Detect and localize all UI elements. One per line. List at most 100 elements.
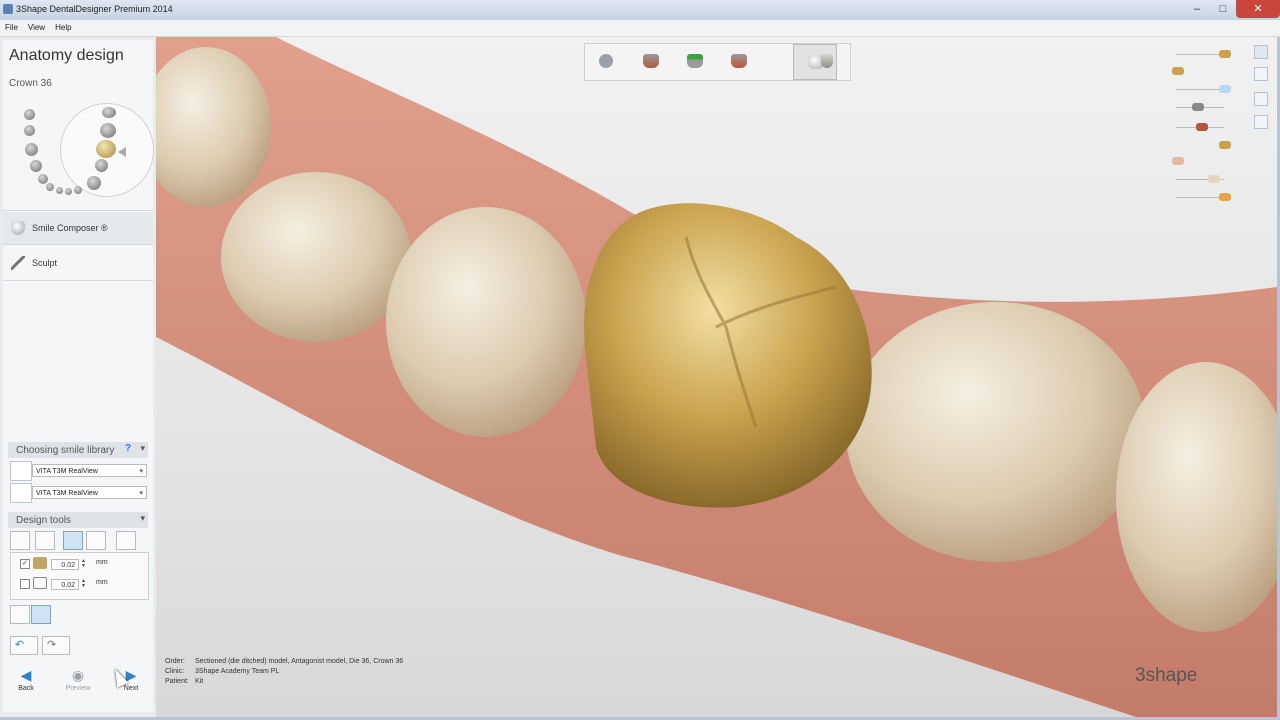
crown-layer-icon[interactable] xyxy=(1172,67,1184,75)
divider xyxy=(3,244,153,245)
chevron-down-icon: ▾ xyxy=(139,468,143,475)
tooth-icon[interactable] xyxy=(74,186,82,194)
antagonist-knob-icon[interactable] xyxy=(1219,141,1231,149)
gum-layer-icon[interactable] xyxy=(1172,157,1184,165)
redo-icon: ↷ xyxy=(47,639,57,651)
visibility-slider[interactable] xyxy=(1176,89,1224,90)
title-bar: 3Shape DentalDesigner Premium 2014 – □ ✕ xyxy=(0,0,1280,21)
param-checkbox-1[interactable]: ✓ xyxy=(20,559,30,569)
help-icon[interactable]: ? xyxy=(125,443,131,454)
scissors-knob-icon[interactable] xyxy=(1192,103,1204,111)
back-button[interactable]: ◀ Back xyxy=(6,668,46,698)
library-swatch[interactable] xyxy=(10,461,32,481)
close-view-icon[interactable] xyxy=(1254,45,1268,59)
library-header-label: Choosing smile library xyxy=(16,445,115,456)
window-title: 3Shape DentalDesigner Premium 2014 xyxy=(16,4,173,14)
menu-help[interactable]: Help xyxy=(50,20,76,36)
tooth-icon[interactable] xyxy=(56,187,63,194)
undo-button[interactable]: ↶ xyxy=(10,636,38,655)
undo-icon: ↶ xyxy=(15,639,25,651)
sculpt-icon xyxy=(11,256,25,270)
parameter-box: ✓ 0.02 ▲ ▼ mm 0.02 ▲ ▼ mm xyxy=(10,552,149,600)
tooth-icon[interactable] xyxy=(102,107,116,118)
academy-icon[interactable] xyxy=(1254,115,1268,129)
chevron-down-icon: ▾ xyxy=(139,490,143,497)
order-value: Sectioned (die ditched) model, Antagonis… xyxy=(195,658,404,665)
smile-knob-icon[interactable] xyxy=(1219,193,1231,201)
patient-value: Kit xyxy=(195,678,204,685)
tool-label: Smile Composer ® xyxy=(32,223,108,233)
visibility-slider[interactable] xyxy=(1176,54,1224,55)
param-unit-1: mm xyxy=(96,559,108,566)
chevron-down-icon: ▾ xyxy=(140,513,145,523)
toggle-view-button[interactable] xyxy=(10,605,30,624)
app-icon xyxy=(3,4,13,14)
apply-button[interactable] xyxy=(31,605,51,624)
design-tool-blank[interactable] xyxy=(10,531,30,550)
maximize-button[interactable]: □ xyxy=(1210,0,1236,18)
redo-button[interactable]: ↷ xyxy=(42,636,70,655)
clinic-value: 3Shape Academy Team PL xyxy=(195,668,280,675)
insertion-icon[interactable] xyxy=(673,44,717,80)
tooth-icon[interactable] xyxy=(30,160,42,172)
visibility-slider[interactable] xyxy=(1176,197,1224,198)
tooth-icon[interactable] xyxy=(95,159,108,172)
tool-sculpt[interactable]: Sculpt xyxy=(3,247,153,279)
tooth-34 xyxy=(386,207,586,437)
tooth-icon[interactable] xyxy=(38,174,48,184)
param-value-1[interactable]: 0.02 xyxy=(51,559,79,570)
tooth-icon[interactable] xyxy=(100,123,116,138)
knife-tool-button[interactable] xyxy=(86,531,106,550)
param-value-2[interactable]: 0.02 xyxy=(51,579,79,590)
chevron-right-icon xyxy=(118,147,126,157)
morph-tool-button[interactable] xyxy=(35,531,55,550)
left-panel: Anatomy design Crown 36 Smile Composer ®… xyxy=(0,37,157,717)
3d-viewport[interactable]: Order: Sectioned (die ditched) model, Ant… xyxy=(156,37,1277,717)
view-orient-icon[interactable] xyxy=(1254,92,1268,106)
param-unit-2: mm xyxy=(96,579,108,586)
eye-icon: ◉ xyxy=(71,667,85,683)
3shape-logo: 3shape xyxy=(1135,665,1198,686)
tooth-icon[interactable] xyxy=(87,176,101,190)
minimize-button[interactable]: – xyxy=(1184,0,1210,18)
menu-file[interactable]: File xyxy=(0,20,23,36)
tooth-knob-icon[interactable] xyxy=(1208,175,1220,183)
scan-knob-icon[interactable] xyxy=(1219,85,1231,93)
spacer-icon xyxy=(33,557,47,569)
divider xyxy=(3,210,153,211)
tooth-icon[interactable] xyxy=(46,183,54,191)
library-select-2[interactable]: VITA T3M RealView ▾ xyxy=(32,486,147,499)
gap-icon xyxy=(33,577,47,589)
tooth-icon[interactable] xyxy=(65,188,72,195)
chevron-down-icon: ▾ xyxy=(140,443,145,453)
stepper-icon[interactable]: ▲ ▼ xyxy=(80,579,87,590)
param-checkbox-2[interactable] xyxy=(20,579,30,589)
preview-button[interactable]: ◉ Preview xyxy=(58,668,98,698)
scissors-model-icon[interactable] xyxy=(585,44,629,80)
close-button[interactable]: ✕ xyxy=(1236,0,1280,18)
tooth-icon[interactable] xyxy=(24,125,35,136)
cement-gap-icon[interactable] xyxy=(717,44,761,80)
menu-view[interactable]: View xyxy=(23,20,50,36)
tooth-chart[interactable] xyxy=(0,37,156,207)
design-tools-header-label: Design tools xyxy=(16,515,72,526)
stepper-icon[interactable]: ▲ ▼ xyxy=(80,559,87,570)
crown-knob-icon[interactable] xyxy=(1219,50,1231,58)
adjust-tool-button[interactable] xyxy=(63,531,83,550)
tooth-icon xyxy=(11,221,25,235)
tooth-icon[interactable] xyxy=(96,140,116,158)
crown-icon[interactable] xyxy=(805,44,849,80)
crown-36 xyxy=(584,203,872,508)
tool-label: Sculpt xyxy=(32,258,58,268)
tool-smile-composer[interactable]: Smile Composer ® xyxy=(3,212,153,244)
library-swatch[interactable] xyxy=(10,483,32,503)
die-icon[interactable] xyxy=(629,44,673,80)
library-select-1[interactable]: VITA T3M RealView ▾ xyxy=(32,464,147,477)
tooth-icon[interactable] xyxy=(24,109,35,120)
library-header[interactable]: Choosing smile library ? ▾ xyxy=(8,442,148,458)
tooth-tool-button[interactable] xyxy=(116,531,136,550)
die-knob-icon[interactable] xyxy=(1196,123,1208,131)
fullscreen-icon[interactable] xyxy=(1254,67,1268,81)
design-tools-header[interactable]: Design tools ▾ xyxy=(8,512,148,528)
tooth-icon[interactable] xyxy=(25,143,38,156)
